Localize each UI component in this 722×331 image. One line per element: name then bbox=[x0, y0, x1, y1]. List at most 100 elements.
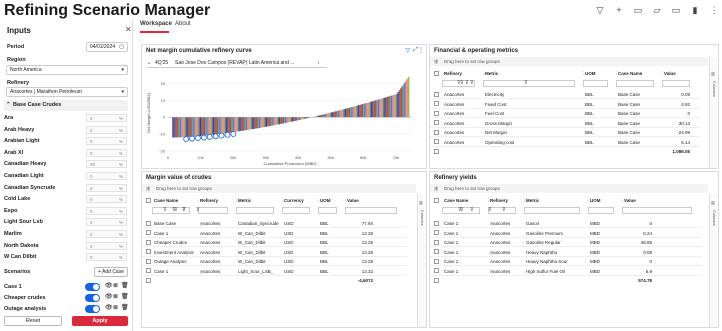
column-filter-input[interactable] bbox=[345, 207, 397, 214]
apply-button[interactable]: Apply bbox=[72, 316, 128, 326]
crude-percent-input[interactable]: 0% bbox=[86, 114, 127, 122]
list-icon[interactable]: ≣ bbox=[113, 304, 118, 311]
list-icon[interactable]: ≣ bbox=[113, 282, 118, 289]
highlight-point[interactable] bbox=[183, 136, 190, 142]
column-filter-input[interactable] bbox=[662, 80, 690, 87]
crude-percent-input[interactable]: 0% bbox=[86, 137, 127, 146]
table-row[interactable]: Anacortes Operating cost BBL Base Case 6.14 bbox=[430, 138, 700, 147]
column-header[interactable]: Currency bbox=[284, 198, 304, 203]
row-group-bar[interactable]: ⇶ Drag here to set row groups bbox=[142, 184, 416, 193]
table-row[interactable]: Anacortes Fuel Cost BBL Base Case 0 bbox=[430, 109, 700, 118]
scenario-toggle[interactable] bbox=[85, 294, 100, 302]
crude-percent-input[interactable]: 0% bbox=[86, 241, 127, 250]
filter-icon[interactable]: ⊽ bbox=[465, 80, 469, 86]
base-crudes-header[interactable]: ⌃ Base Case Crudes bbox=[4, 100, 128, 111]
column-filter-input[interactable] bbox=[583, 80, 608, 87]
crude-percent-input[interactable]: 0% bbox=[86, 125, 127, 134]
column-header[interactable]: Case Name bbox=[154, 198, 178, 203]
period-input[interactable]: 04/01/2024 ▢ bbox=[86, 42, 128, 52]
row-checkbox[interactable] bbox=[146, 278, 151, 283]
row-checkbox[interactable] bbox=[434, 220, 439, 226]
highlight-point[interactable] bbox=[230, 131, 237, 137]
column-header[interactable]: Case Name bbox=[618, 71, 642, 76]
column-menu-icon[interactable]: ⋮ bbox=[620, 198, 625, 204]
column-menu-icon[interactable]: ⋮ bbox=[343, 198, 348, 204]
column-filter-input[interactable] bbox=[616, 80, 654, 87]
column-header[interactable]: Value bbox=[347, 198, 359, 203]
column-menu-icon[interactable]: ⋮ bbox=[614, 71, 619, 77]
column-filter-input[interactable] bbox=[318, 207, 337, 214]
filter-icon[interactable]: ⊽ bbox=[470, 80, 474, 86]
row-checkbox[interactable] bbox=[434, 120, 439, 125]
column-menu-icon[interactable]: ⋮ bbox=[234, 198, 239, 204]
filter-icon[interactable]: ⊽ bbox=[488, 207, 492, 213]
column-menu-icon[interactable]: ⋮ bbox=[196, 198, 201, 204]
column-filter-input[interactable] bbox=[282, 207, 310, 214]
row-checkbox[interactable] bbox=[434, 91, 439, 97]
select-all-checkbox[interactable] bbox=[146, 198, 151, 203]
row-checkbox[interactable] bbox=[434, 230, 439, 235]
column-filter-input[interactable] bbox=[483, 80, 575, 87]
column-filter-input[interactable] bbox=[198, 207, 228, 214]
highlight-point[interactable] bbox=[189, 135, 195, 142]
highlight-point[interactable] bbox=[212, 133, 219, 140]
highlight-point[interactable] bbox=[195, 135, 201, 142]
column-header[interactable]: Metric bbox=[238, 198, 251, 203]
row-checkbox[interactable] bbox=[434, 110, 439, 116]
crude-percent-input[interactable]: 0% bbox=[86, 206, 127, 215]
column-header[interactable]: Refinery bbox=[200, 198, 218, 203]
row-checkbox[interactable] bbox=[146, 220, 151, 226]
delete-icon[interactable]: 🗑 bbox=[121, 304, 129, 311]
filter-icon[interactable]: ⊽ bbox=[502, 207, 506, 213]
refinery-select[interactable]: Anacortes | Marathon Petroleum ▾ bbox=[6, 87, 128, 97]
list-icon[interactable]: ≣ bbox=[113, 293, 118, 300]
highlight-point[interactable] bbox=[218, 132, 225, 139]
region-select[interactable]: North America ▾ bbox=[6, 65, 128, 75]
eye-icon[interactable]: 👁 bbox=[105, 282, 113, 289]
more-vertical-icon[interactable]: ⋮ bbox=[708, 4, 720, 16]
column-filter-input[interactable] bbox=[236, 207, 274, 214]
calendar-icon[interactable]: ▢ bbox=[119, 43, 124, 51]
more-vertical-icon[interactable]: ⋮ bbox=[418, 47, 424, 54]
table-row[interactable]: Anacortes Net Margin BBL Base Case 24.99 bbox=[430, 128, 700, 137]
column-menu-icon[interactable]: ⋮ bbox=[586, 198, 591, 204]
row-group-bar[interactable]: ⇶ Drag here to set row groups bbox=[430, 184, 708, 193]
filter-icon[interactable]: ▽ bbox=[405, 47, 410, 54]
columns-side-panel[interactable]: ▥ Columns bbox=[417, 194, 426, 327]
scenario-toggle[interactable] bbox=[85, 305, 100, 313]
column-header[interactable]: Metric bbox=[526, 198, 539, 203]
eye-icon[interactable]: 👁 bbox=[105, 293, 113, 300]
table-row[interactable]: Anacortes Fixed Cost BBL Base Case 4.92 bbox=[430, 100, 700, 109]
row-group-bar[interactable]: ⇶ Drag here to set row groups bbox=[430, 57, 708, 66]
column-header[interactable]: Metric bbox=[485, 71, 498, 76]
column-menu-icon[interactable]: ⋮ bbox=[486, 198, 491, 204]
crude-percent-input[interactable]: 0% bbox=[86, 172, 127, 180]
highlight-point[interactable] bbox=[200, 134, 207, 141]
filter-icon[interactable]: ⊽ bbox=[458, 207, 462, 213]
folder-open-icon[interactable]: ▱ bbox=[651, 4, 663, 16]
row-checkbox[interactable] bbox=[434, 139, 439, 144]
column-header[interactable]: Refinery bbox=[444, 71, 462, 76]
tab-workspace[interactable]: Workspace bbox=[140, 21, 172, 27]
column-menu-icon[interactable]: ⋮ bbox=[660, 71, 665, 77]
add-icon[interactable]: + bbox=[613, 4, 625, 16]
column-menu-icon[interactable]: ⋮ bbox=[522, 198, 527, 204]
columns-side-panel[interactable]: ▥ Columns bbox=[709, 57, 718, 168]
table-row[interactable]: Case 1 Anacortes High Sulfur Fuel Oil MBD 6.… bbox=[430, 267, 702, 276]
crude-percent-input[interactable]: 0% bbox=[86, 183, 127, 192]
filter-icon[interactable]: ⊽ bbox=[163, 207, 167, 213]
filter-icon[interactable]: ⊽ bbox=[470, 207, 474, 213]
column-filter-input[interactable] bbox=[524, 207, 580, 214]
add-case-button[interactable]: + Add Case bbox=[94, 267, 128, 277]
column-menu-icon[interactable]: ⋮ bbox=[316, 198, 321, 204]
row-checkbox[interactable] bbox=[146, 230, 151, 235]
tab-about[interactable]: About bbox=[175, 21, 191, 27]
crude-percent-input[interactable]: 0% bbox=[86, 148, 127, 157]
column-menu-icon[interactable]: ⋮ bbox=[280, 198, 285, 204]
row-checkbox[interactable] bbox=[434, 149, 439, 154]
row-checkbox[interactable] bbox=[146, 249, 151, 254]
table-row[interactable]: Case 1 Anacortes Light_Sour_LSB_ USD BBL 13.3… bbox=[142, 267, 407, 276]
eye-icon[interactable]: 👁 bbox=[105, 304, 113, 311]
row-checkbox[interactable] bbox=[434, 249, 439, 254]
filter-icon[interactable]: ⊽ bbox=[196, 207, 200, 213]
